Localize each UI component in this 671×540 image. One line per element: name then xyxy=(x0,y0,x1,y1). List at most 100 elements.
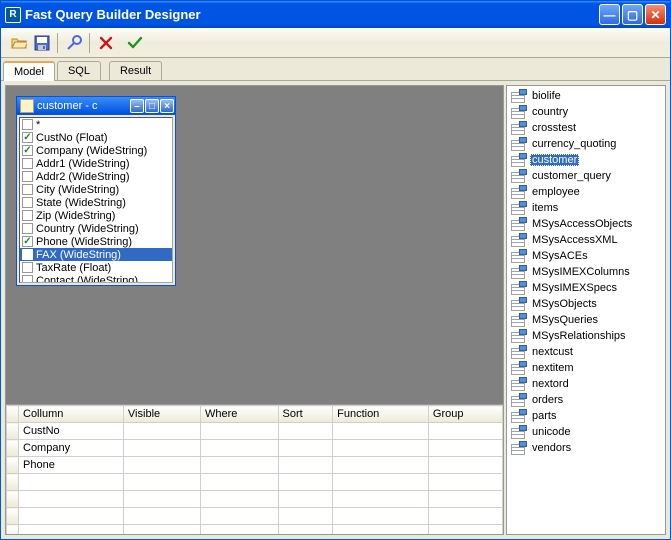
tree-item[interactable]: MSysACEs xyxy=(507,248,665,264)
grid-header[interactable]: Collumn xyxy=(19,406,124,423)
field-row[interactable]: Addr1 (WideString) xyxy=(20,157,172,170)
tree-item[interactable]: MSysObjects xyxy=(507,296,665,312)
tree-item[interactable]: crosstest xyxy=(507,120,665,136)
grid-cell[interactable] xyxy=(333,440,429,457)
field-checkbox[interactable] xyxy=(22,236,33,247)
grid-cell[interactable] xyxy=(428,440,502,457)
title-bar[interactable]: Fast Query Builder Designer — ▢ ✕ xyxy=(1,1,670,28)
grid-cell[interactable] xyxy=(123,440,200,457)
table-window-min-button[interactable]: – xyxy=(130,99,144,113)
field-row[interactable]: Country (WideString) xyxy=(20,222,172,235)
cancel-button[interactable] xyxy=(94,31,117,54)
criteria-grid[interactable]: CollumnVisibleWhereSortFunctionGroup Cus… xyxy=(6,405,503,535)
grid-cell[interactable] xyxy=(428,508,502,525)
tree-item[interactable]: customer_query xyxy=(507,168,665,184)
tree-item[interactable]: nextord xyxy=(507,376,665,392)
grid-row-header[interactable] xyxy=(7,508,19,525)
grid-cell[interactable] xyxy=(123,525,200,536)
table-window-titlebar[interactable]: customer - c – □ × xyxy=(17,97,175,115)
grid-cell[interactable] xyxy=(123,491,200,508)
field-row[interactable]: Company (WideString) xyxy=(20,144,172,157)
grid-cell[interactable] xyxy=(278,525,333,536)
design-canvas[interactable]: customer - c – □ × *CustNo (Float)Compan… xyxy=(5,85,504,405)
grid-cell[interactable] xyxy=(333,474,429,491)
grid-header[interactable]: Function xyxy=(333,406,429,423)
grid-cell[interactable] xyxy=(278,508,333,525)
clear-button[interactable] xyxy=(62,31,85,54)
field-checkbox[interactable] xyxy=(22,145,33,156)
field-row[interactable]: Contact (WideString) xyxy=(20,274,172,282)
tree-item[interactable]: MSysAccessObjects xyxy=(507,216,665,232)
grid-cell[interactable] xyxy=(333,491,429,508)
tree-item[interactable]: MSysRelationships xyxy=(507,328,665,344)
field-row[interactable]: TaxRate (Float) xyxy=(20,261,172,274)
grid-cell[interactable] xyxy=(19,474,124,491)
tree-item[interactable]: MSysIMEXColumns xyxy=(507,264,665,280)
grid-cell[interactable] xyxy=(201,508,278,525)
tab-result[interactable]: Result xyxy=(109,61,162,80)
grid-cell[interactable]: Phone xyxy=(19,457,124,474)
field-checkbox[interactable] xyxy=(22,132,33,143)
grid-row-header[interactable] xyxy=(7,491,19,508)
field-row[interactable]: State (WideString) xyxy=(20,196,172,209)
field-row[interactable]: Zip (WideString) xyxy=(20,209,172,222)
grid-cell[interactable] xyxy=(333,525,429,536)
tree-item[interactable]: nextitem xyxy=(507,360,665,376)
table-window-customer[interactable]: customer - c – □ × *CustNo (Float)Compan… xyxy=(16,96,176,286)
close-button[interactable]: ✕ xyxy=(645,4,666,25)
grid-cell[interactable] xyxy=(278,423,333,440)
grid-cell[interactable] xyxy=(428,474,502,491)
grid-cell[interactable] xyxy=(278,457,333,474)
tree-item[interactable]: vendors xyxy=(507,440,665,456)
grid-cell[interactable] xyxy=(123,457,200,474)
minimize-button[interactable]: — xyxy=(599,4,620,25)
field-row[interactable]: * xyxy=(20,118,172,131)
field-checkbox[interactable] xyxy=(22,197,33,208)
grid-cell[interactable] xyxy=(428,457,502,474)
tree-item[interactable]: customer xyxy=(507,152,665,168)
field-checkbox[interactable] xyxy=(22,249,33,260)
grid-cell[interactable] xyxy=(123,474,200,491)
field-checkbox[interactable] xyxy=(22,223,33,234)
grid-header[interactable]: Visible xyxy=(123,406,200,423)
grid-cell[interactable] xyxy=(333,457,429,474)
tree-item[interactable]: MSysQueries xyxy=(507,312,665,328)
field-checkbox[interactable] xyxy=(22,158,33,169)
field-row[interactable]: CustNo (Float) xyxy=(20,131,172,144)
grid-cell[interactable] xyxy=(201,440,278,457)
grid-cell[interactable] xyxy=(333,423,429,440)
field-row[interactable]: Addr2 (WideString) xyxy=(20,170,172,183)
open-button[interactable] xyxy=(7,31,30,54)
field-checkbox[interactable] xyxy=(22,119,33,130)
grid-row-header[interactable] xyxy=(7,457,19,474)
grid-cell[interactable] xyxy=(201,457,278,474)
field-row[interactable]: Phone (WideString) xyxy=(20,235,172,248)
tree-item[interactable]: employee xyxy=(507,184,665,200)
grid-row-header[interactable] xyxy=(7,440,19,457)
tree-item[interactable]: biolife xyxy=(507,88,665,104)
grid-cell[interactable] xyxy=(201,423,278,440)
grid-cell[interactable] xyxy=(19,491,124,508)
field-row[interactable]: City (WideString) xyxy=(20,183,172,196)
grid-cell[interactable] xyxy=(428,525,502,536)
grid-row-header[interactable] xyxy=(7,525,19,536)
field-checkbox[interactable] xyxy=(22,262,33,273)
grid-cell[interactable] xyxy=(201,525,278,536)
tree-item[interactable]: items xyxy=(507,200,665,216)
grid-cell[interactable]: CustNo xyxy=(19,423,124,440)
field-checkbox[interactable] xyxy=(22,184,33,195)
grid-header[interactable]: Sort xyxy=(278,406,333,423)
grid-cell[interactable] xyxy=(123,508,200,525)
grid-cell[interactable]: Company xyxy=(19,440,124,457)
tree-item[interactable]: MSysIMEXSpecs xyxy=(507,280,665,296)
grid-cell[interactable] xyxy=(19,525,124,536)
grid-row-header[interactable] xyxy=(7,474,19,491)
tree-item[interactable]: MSysAccessXML xyxy=(507,232,665,248)
tab-model[interactable]: Model xyxy=(3,61,55,81)
grid-row-header[interactable] xyxy=(7,423,19,440)
table-window-close-button[interactable]: × xyxy=(160,99,174,113)
grid-cell[interactable] xyxy=(201,491,278,508)
field-checkbox[interactable] xyxy=(22,171,33,182)
grid-cell[interactable] xyxy=(123,423,200,440)
field-checkbox[interactable] xyxy=(22,210,33,221)
